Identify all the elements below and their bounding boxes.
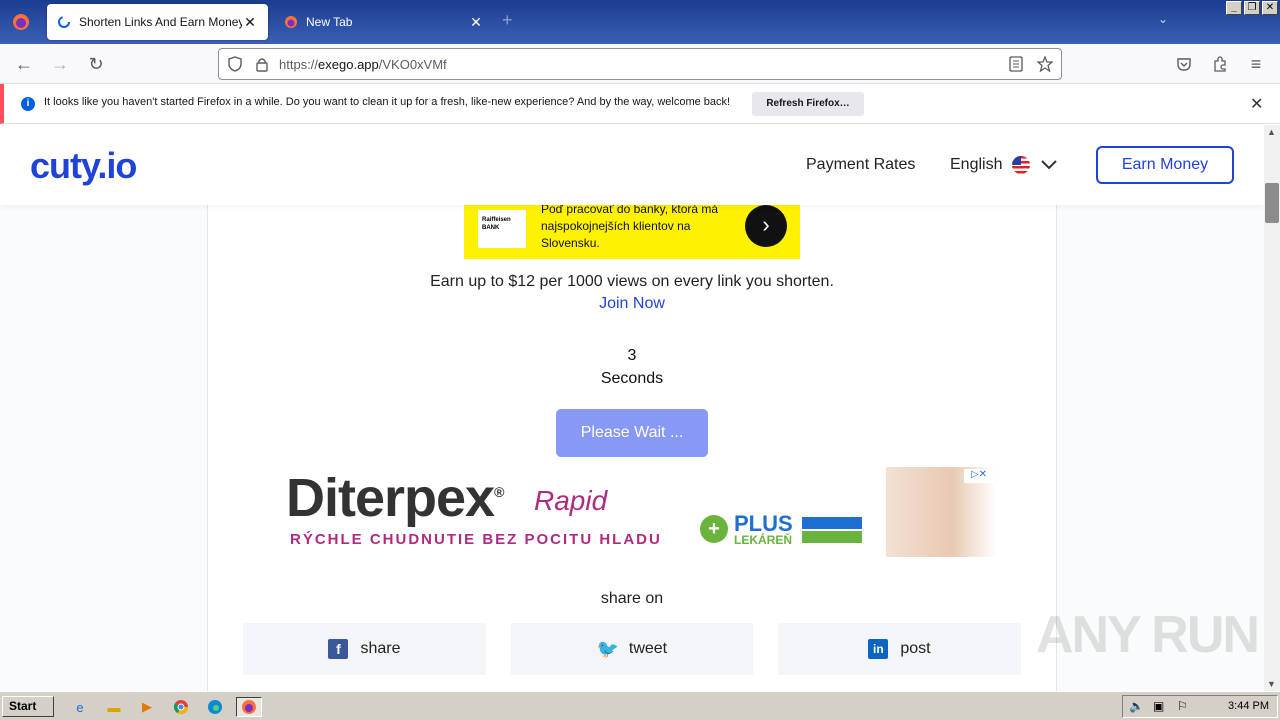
chevron-down-icon [1041, 160, 1058, 170]
adchoices-icon[interactable]: ▷✕ [964, 469, 994, 483]
ad-text: Poď pracovať do banky, ktorá má najspoko… [541, 202, 719, 250]
loading-icon [58, 16, 70, 28]
pocket-icon[interactable] [1172, 52, 1196, 76]
countdown-number: 3 [627, 347, 637, 364]
page-scrollbar[interactable]: ▲ ▼ [1264, 125, 1280, 691]
flag-icon[interactable]: ⚐ [1177, 699, 1188, 713]
language-label: English [950, 156, 1003, 173]
minimize-icon[interactable]: _ [1226, 1, 1242, 15]
notification-bar: i It looks like you haven't started Fire… [0, 84, 1280, 124]
window-controls: _ ❐ ✕ [1226, 1, 1278, 15]
lekaren-text: LEKÁREŇ [734, 533, 793, 547]
tab-title: Shorten Links And Earn Money | cu [79, 15, 242, 29]
volume-icon[interactable]: 🔈 [1129, 699, 1144, 713]
plus-cross-icon: + [700, 515, 728, 543]
nav-payment-rates[interactable]: Payment Rates [806, 156, 915, 174]
language-selector[interactable]: English [950, 156, 1058, 174]
info-icon: i [21, 97, 35, 111]
plus-bar-blue [802, 517, 862, 529]
refresh-firefox-button[interactable]: Refresh Firefox… [752, 92, 864, 116]
plus-lekaren-logo: + PLUS LEKÁREŇ [700, 511, 862, 547]
tab-new-tab[interactable]: New Tab ✕ [274, 4, 494, 40]
site-logo[interactable]: cuty.io [30, 145, 137, 187]
restore-icon[interactable]: ❐ [1244, 1, 1260, 15]
tab-cuty[interactable]: Shorten Links And Earn Money | cu ✕ [47, 4, 268, 40]
anyrun-watermark: ANY RUN [1036, 606, 1260, 664]
url-host: exego.app [318, 56, 379, 72]
share-button-label: post [900, 640, 931, 657]
media-player-icon[interactable]: ▶ [137, 697, 157, 717]
tab-title: New Tab [306, 15, 353, 29]
ad-rapid: Rapid [534, 485, 608, 516]
close-window-icon[interactable]: ✕ [1262, 1, 1278, 15]
firefox-icon [285, 16, 297, 28]
share-button-label: share [360, 640, 401, 657]
firefox-taskbar-icon[interactable] [236, 697, 262, 717]
folder-icon[interactable]: ▬ [104, 697, 124, 717]
twitter-icon: 🐦 [596, 639, 620, 659]
close-notification-icon[interactable]: ✕ [1250, 94, 1263, 114]
back-icon[interactable]: ← [12, 52, 36, 76]
extensions-icon[interactable] [1208, 52, 1232, 76]
lock-icon[interactable] [255, 56, 269, 72]
earn-money-button[interactable]: Earn Money [1096, 146, 1234, 184]
reload-icon[interactable]: ↻ [84, 52, 108, 76]
taskbar: Start e ▬ ▶ 🔈 ▣ ⚐ 3:44 PM [0, 691, 1280, 720]
page-viewport: Raiffeisen BANK Poď pracovať do banky, k… [0, 125, 1264, 691]
firefox-menu-icon[interactable] [0, 0, 42, 44]
shield-icon[interactable] [227, 56, 243, 72]
navigation-toolbar: ← → ↻ https://exego.app/VKO0xVMf ≡ [0, 44, 1280, 84]
forward-icon[interactable]: → [48, 52, 72, 76]
notification-message: It looks like you haven't started Firefo… [44, 96, 731, 108]
earn-text: Earn up to $12 per 1000 views on every l… [430, 273, 834, 290]
scroll-thumb[interactable] [1265, 183, 1279, 223]
url-bar[interactable]: https://exego.app/VKO0xVMf [218, 48, 1062, 80]
share-button-label: tweet [628, 640, 668, 657]
scroll-down-icon[interactable]: ▼ [1267, 679, 1276, 689]
join-now-link[interactable]: Join Now [207, 295, 1057, 313]
site-header: cuty.io Payment Rates English Earn Money [0, 125, 1264, 205]
start-label: Start [9, 699, 37, 713]
countdown-label: Seconds [600, 370, 664, 387]
ie-icon[interactable]: e [70, 697, 90, 717]
start-button[interactable]: Start [2, 696, 54, 717]
chrome-icon[interactable] [171, 697, 191, 717]
facebook-icon: f [328, 639, 349, 659]
reader-view-icon[interactable] [1009, 56, 1023, 72]
registered-mark: ® [494, 484, 504, 500]
arrow-right-icon[interactable]: › [745, 205, 787, 247]
list-tabs-icon[interactable]: ⌄ [1158, 12, 1168, 26]
tab-strip: Shorten Links And Earn Money | cu ✕ New … [0, 0, 1280, 44]
new-tab-icon[interactable]: + [502, 10, 513, 31]
close-tab-icon[interactable]: ✕ [242, 14, 258, 31]
bookmark-star-icon[interactable] [1037, 56, 1053, 72]
raiffeisen-logo: Raiffeisen BANK [478, 210, 526, 248]
url-path: /VKO0xVMf [378, 56, 447, 72]
scroll-up-icon[interactable]: ▲ [1267, 127, 1276, 137]
share-facebook-button[interactable]: f share [243, 623, 486, 675]
url-scheme: https:// [279, 56, 319, 72]
ad-banner-bottom[interactable]: Diterpex® Rapid RÝCHLE CHUDNUTIE BEZ POC… [270, 467, 996, 557]
share-on-label: share on [600, 590, 664, 607]
close-tab-icon[interactable]: ✕ [468, 14, 484, 31]
edge-icon[interactable] [205, 697, 225, 717]
ad-banner-top[interactable]: Raiffeisen BANK Poď pracovať do banky, k… [464, 202, 800, 259]
please-wait-button[interactable]: Please Wait ... [556, 409, 708, 457]
ad-brand: Diterpex® [286, 467, 504, 529]
us-flag-icon [1012, 156, 1031, 174]
system-tray: 🔈 ▣ ⚐ 3:44 PM [1122, 695, 1278, 718]
url-text[interactable]: https://exego.app/VKO0xVMf [279, 57, 447, 72]
share-linkedin-button[interactable]: in post [778, 623, 1021, 675]
clock: 3:44 PM [1228, 700, 1269, 712]
ad-tagline: RÝCHLE CHUDNUTIE BEZ POCITU HLADU [290, 531, 662, 548]
plus-bar-green [802, 531, 862, 543]
linkedin-icon: in [868, 639, 889, 659]
ad-brand-name: Diterpex [286, 468, 495, 528]
network-icon[interactable]: ▣ [1153, 699, 1164, 713]
share-twitter-button[interactable]: 🐦 tweet [511, 623, 753, 675]
hamburger-menu-icon[interactable]: ≡ [1244, 52, 1268, 76]
